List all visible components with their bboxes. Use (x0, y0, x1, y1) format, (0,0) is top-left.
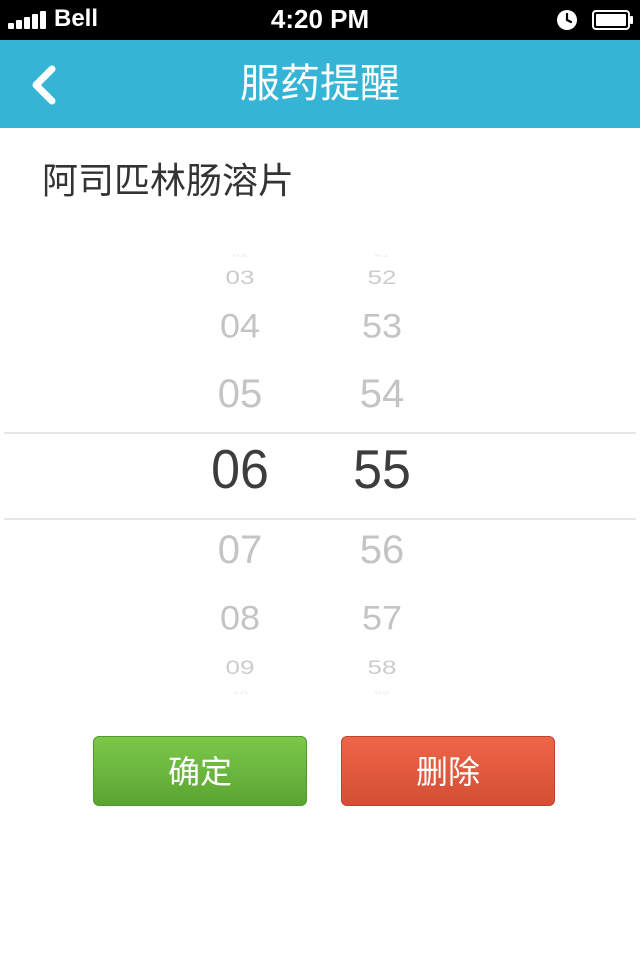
status-time: 4:20 PM (270, 4, 370, 34)
confirm-button[interactable]: 确定 (93, 736, 307, 806)
minute-option-58[interactable]: 58 (322, 657, 442, 677)
selection-line-top (4, 432, 636, 434)
hour-option-04[interactable]: 04 (180, 308, 300, 343)
hour-option-10[interactable]: 10 (180, 691, 300, 696)
action-buttons: 确定 删除 (0, 736, 640, 808)
time-picker[interactable]: 02 03 04 05 06 07 08 09 10 51 52 53 54 55 56 57 58 59 (0, 250, 640, 700)
battery-icon (592, 10, 633, 30)
nav-bar: 服药提醒 (0, 40, 640, 128)
minute-option-57[interactable]: 57 (322, 600, 442, 635)
hour-option-06[interactable]: 06 (180, 443, 300, 498)
minute-option-52[interactable]: 52 (322, 267, 442, 287)
minute-option-51[interactable]: 51 (322, 253, 442, 258)
status-bar: Bell 4:20 PM (0, 0, 640, 40)
hour-wheel[interactable]: 02 03 04 05 06 07 08 09 10 (180, 250, 300, 700)
minute-wheel[interactable]: 51 52 53 54 55 56 57 58 59 (322, 250, 442, 700)
hour-option-02[interactable]: 02 (180, 253, 300, 258)
minute-option-55[interactable]: 55 (322, 443, 442, 498)
hour-option-08[interactable]: 08 (180, 600, 300, 635)
page-title: 服药提醒 (240, 61, 400, 107)
hour-option-03[interactable]: 03 (180, 267, 300, 287)
minute-option-56[interactable]: 56 (322, 530, 442, 570)
hour-option-07[interactable]: 07 (180, 530, 300, 570)
minute-option-53[interactable]: 53 (322, 308, 442, 343)
alarm-icon (557, 10, 577, 30)
minute-option-59[interactable]: 59 (322, 691, 442, 696)
hour-option-09[interactable]: 09 (180, 657, 300, 677)
delete-button[interactable]: 删除 (341, 736, 555, 806)
selection-line-bottom (4, 518, 636, 520)
minute-option-54[interactable]: 54 (322, 374, 442, 414)
hour-option-05[interactable]: 05 (180, 374, 300, 414)
medication-name: 阿司匹林肠溶片 (42, 161, 295, 202)
